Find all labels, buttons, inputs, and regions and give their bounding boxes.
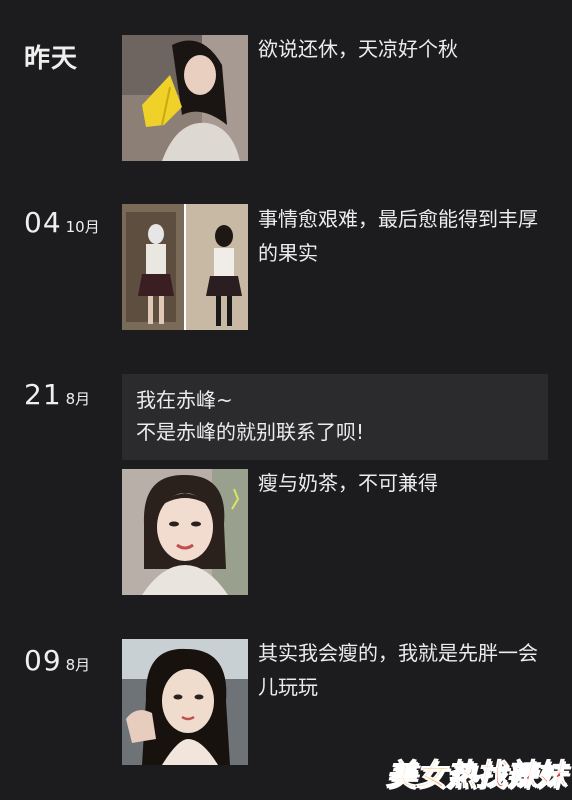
post-date-yesterday: 昨天 <box>24 44 79 74</box>
post-day: 09 <box>24 644 62 677</box>
post-caption-1: 欲说还休，天凉好个秋 <box>258 37 458 61</box>
post-photo-1[interactable] <box>122 35 248 161</box>
text-post-line-1: 我在赤峰~ <box>136 388 233 412</box>
girl-with-yellow-leaf-image <box>122 35 248 161</box>
post-month: 8月 <box>65 390 91 408</box>
portrait-selfie-image <box>122 469 248 595</box>
post-date-4: 09 8月 <box>24 644 90 677</box>
site-watermark-logo: 美女热找辣妹 <box>386 750 567 794</box>
moments-timeline: 昨天 欲说还休，天凉好个秋 04 10月 事情愈艰难，最后愈能得到丰厚的果实 2… <box>0 0 572 800</box>
post-day: 21 <box>24 378 62 411</box>
post-day: 04 <box>24 206 62 239</box>
post-photo-2[interactable] <box>122 204 248 330</box>
post-caption-2: 事情愈艰难，最后愈能得到丰厚的果实 <box>258 207 538 265</box>
car-selfie-image <box>122 639 248 765</box>
post-photo-3[interactable] <box>122 469 248 595</box>
post-date-3: 21 8月 <box>24 378 90 411</box>
post-photo-4[interactable] <box>122 639 248 765</box>
post-month: 10月 <box>65 218 100 236</box>
watermark-part-1: 美女热 <box>386 758 477 794</box>
text-post[interactable]: 我在赤峰~ 不是赤峰的就别联系了呗! <box>122 374 548 460</box>
post-date-2: 04 10月 <box>24 206 100 239</box>
text-post-line-2: 不是赤峰的就别联系了呗! <box>136 420 365 444</box>
post-caption-4: 其实我会瘦的，我就是先胖一会儿玩玩 <box>258 641 538 699</box>
post-caption-3: 瘦与奶茶，不可兼得 <box>258 471 438 495</box>
post-month: 8月 <box>65 656 91 674</box>
watermark-part-2: 找辣妹 <box>476 758 567 794</box>
mirror-selfie-collage-image <box>122 204 248 330</box>
